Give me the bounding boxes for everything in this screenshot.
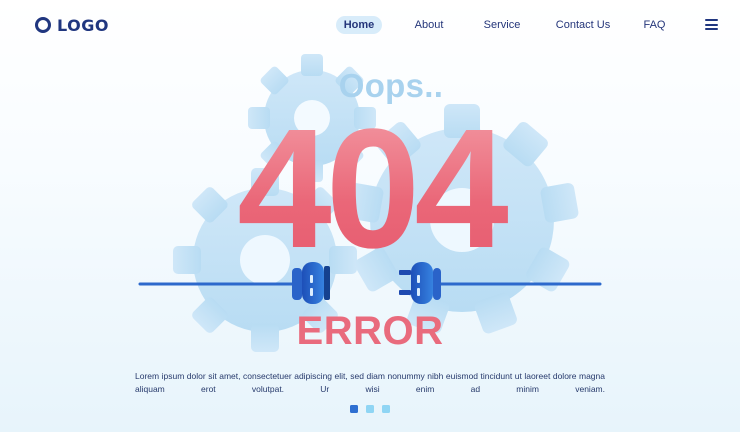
hamburger-menu-icon[interactable]	[705, 19, 718, 30]
pagination-dot-2[interactable]	[366, 405, 374, 413]
pagination	[0, 405, 740, 413]
plug-icon	[292, 262, 330, 304]
pagination-dot-3[interactable]	[382, 405, 390, 413]
nav-contact-us[interactable]: Contact Us	[554, 16, 612, 34]
error-description: Lorem ipsum dolor sit amet, consectetuer…	[135, 371, 605, 394]
top-navigation: LOGO Home About Service Contact Us FAQ	[0, 0, 740, 50]
gear-icon-right	[345, 104, 579, 334]
pagination-dot-1[interactable]	[350, 405, 358, 413]
error-code: 404	[0, 104, 740, 274]
oops-heading: Oops..	[338, 67, 444, 104]
main-nav: Home About Service Contact Us FAQ	[0, 16, 740, 34]
nav-home[interactable]: Home	[336, 16, 382, 34]
error-label: ERROR	[296, 309, 444, 353]
socket-icon	[399, 262, 441, 304]
nav-about[interactable]: About	[409, 16, 449, 34]
nav-faq[interactable]: FAQ	[641, 16, 668, 34]
gear-icon-upper-left	[248, 54, 376, 182]
nav-service[interactable]: Service	[476, 16, 528, 34]
error-illustration	[138, 54, 602, 352]
gear-icon-lower-left	[173, 168, 357, 352]
